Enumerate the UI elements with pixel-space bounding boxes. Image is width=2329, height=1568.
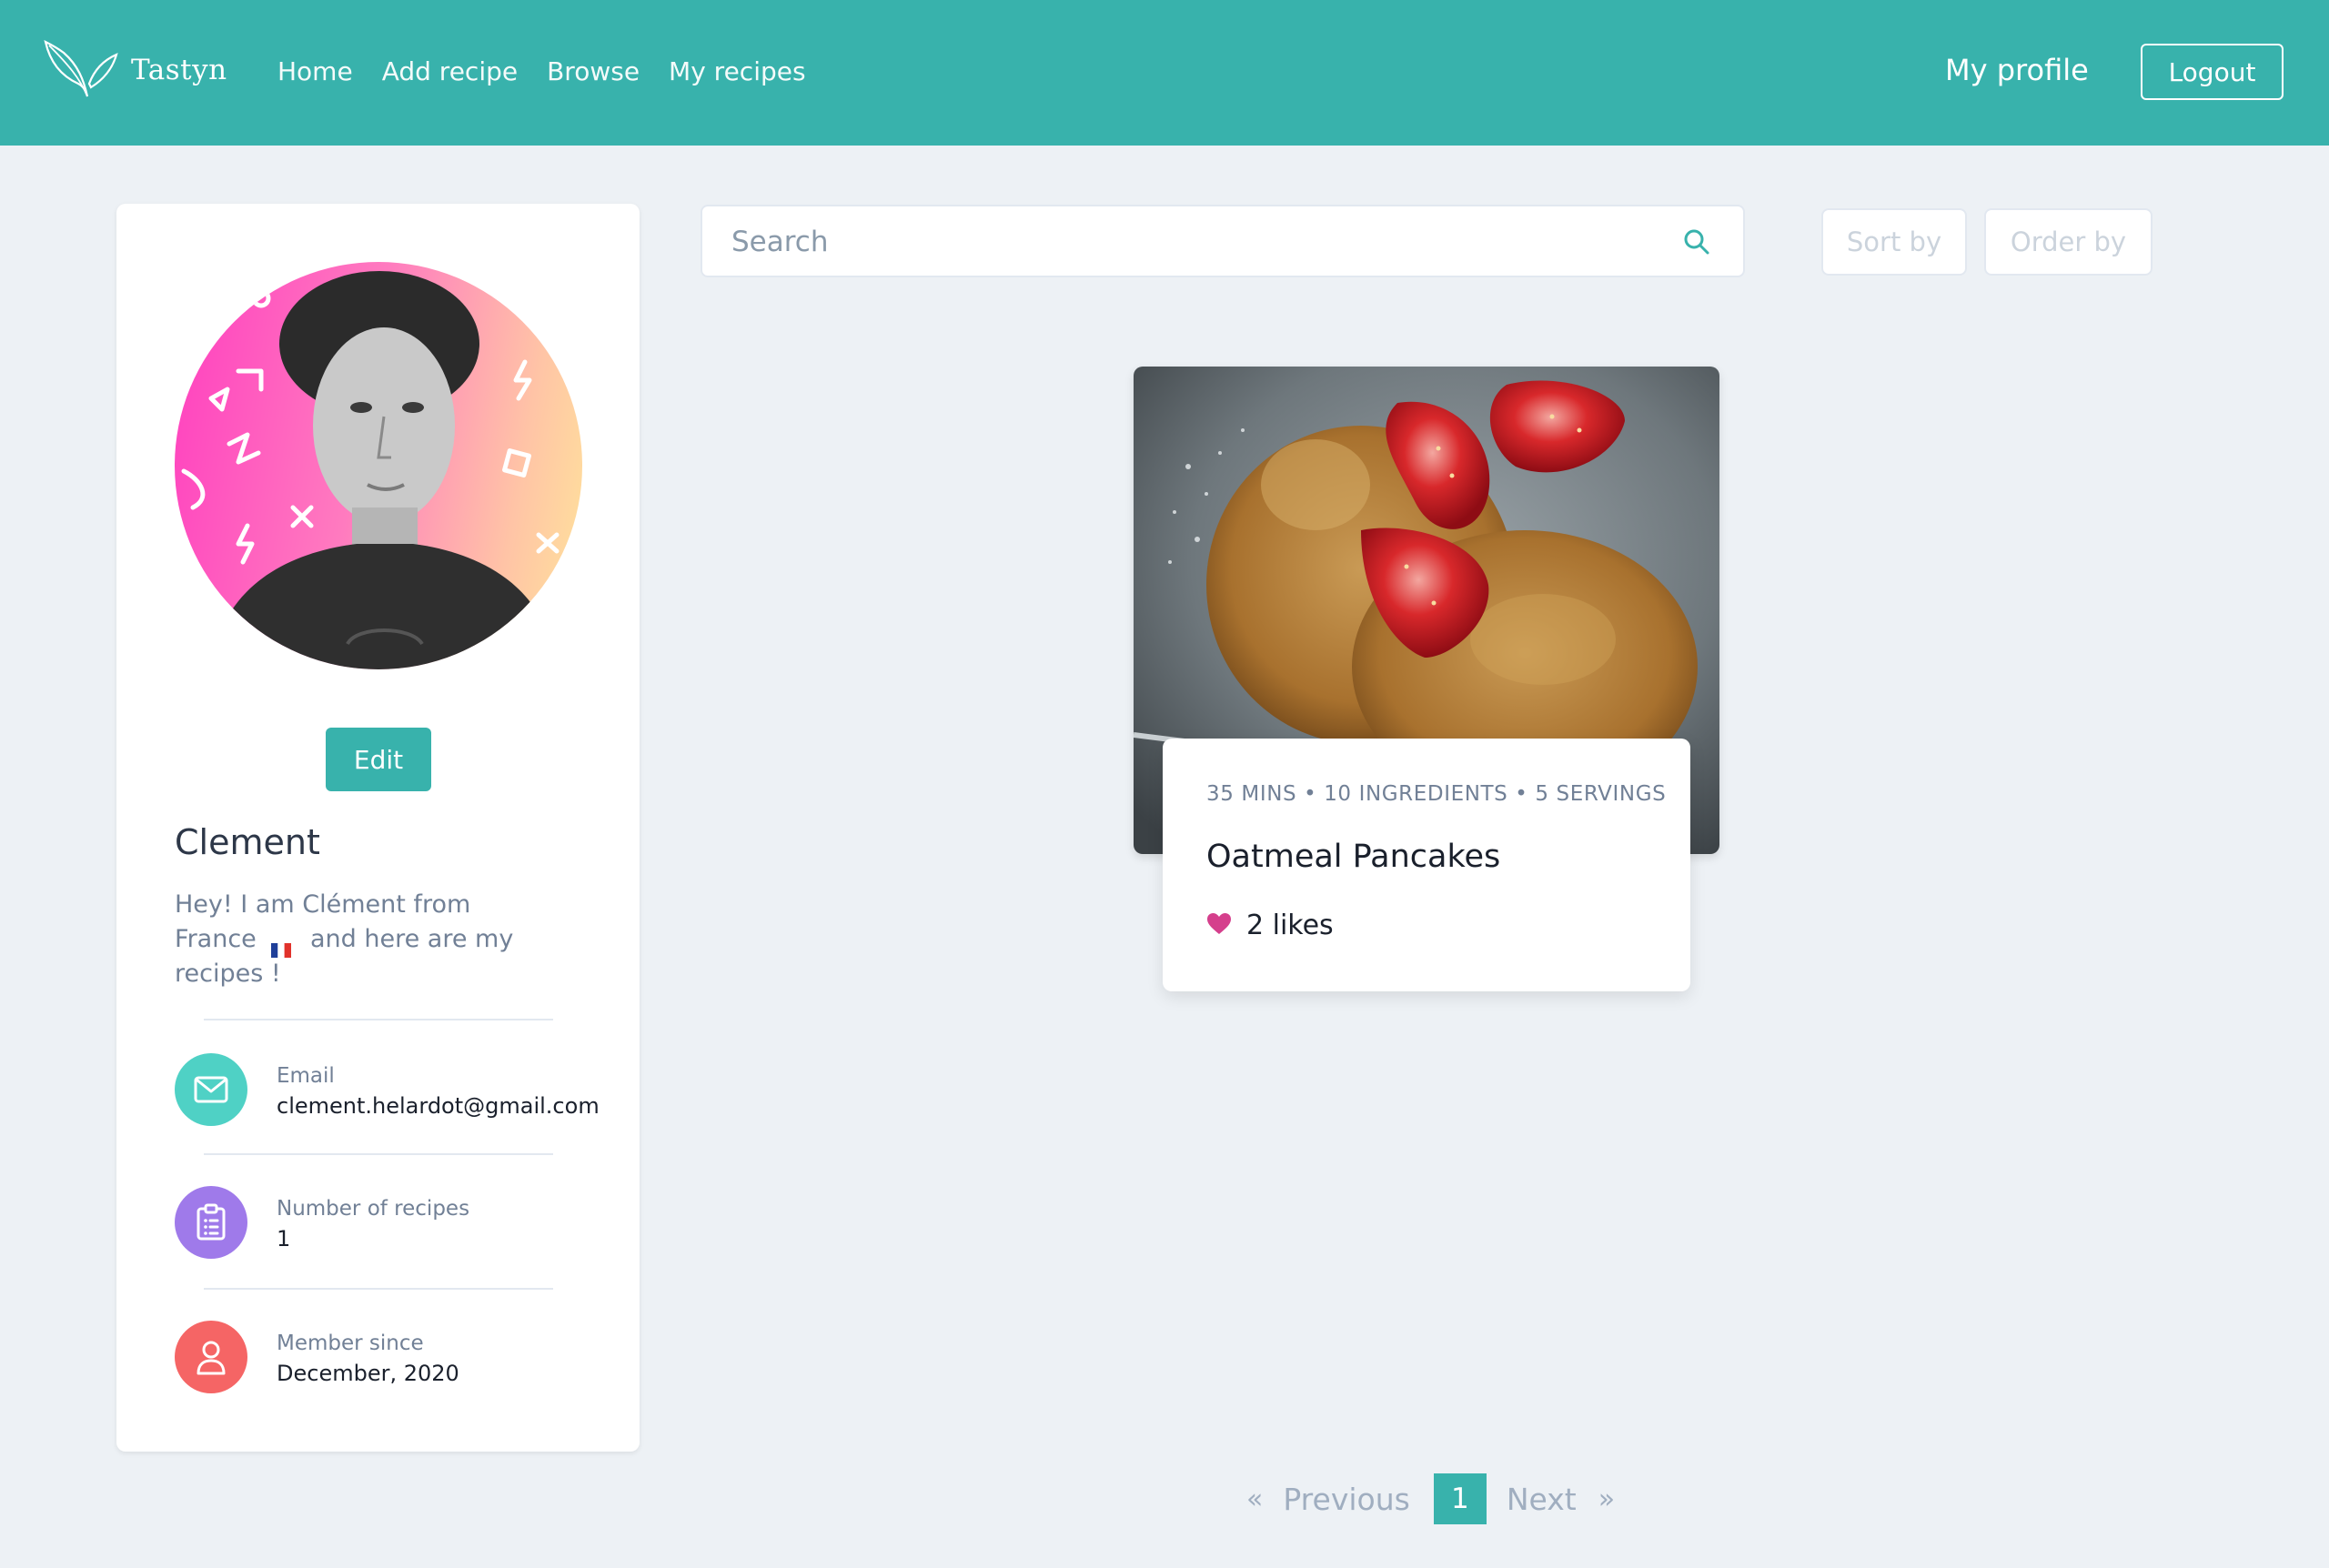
email-label: Email <box>277 1064 335 1088</box>
page-1-button[interactable]: 1 <box>1433 1473 1487 1524</box>
logout-button[interactable]: Logout <box>2141 44 2284 100</box>
brand-name: Tastyn <box>131 54 227 86</box>
email-value[interactable]: clement.helardot@gmail.com <box>277 1093 600 1119</box>
member-since-value: December, 2020 <box>277 1361 459 1386</box>
recipes-count-row: Number of recipes 1 <box>175 1186 611 1259</box>
user-icon <box>175 1321 247 1393</box>
recipe-meta: 35 MINS • 10 INGREDIENTS • 5 SERVINGS <box>1206 782 1667 806</box>
search-icon[interactable] <box>1683 228 1710 259</box>
clipboard-list-icon <box>175 1186 247 1259</box>
leaf-icon <box>44 38 118 102</box>
profile-name: Clement <box>175 822 320 862</box>
heart-icon[interactable] <box>1206 912 1232 940</box>
pagination: « Previous 1 Next » <box>1246 1473 1615 1524</box>
search-box <box>701 205 1745 277</box>
edit-profile-button[interactable]: Edit <box>326 728 431 791</box>
sort-by-select[interactable]: Sort by <box>1821 208 1967 276</box>
recipes-count-label: Number of recipes <box>277 1197 470 1221</box>
divider <box>204 1288 553 1290</box>
profile-bio: Hey! I am Clément from France and here a… <box>175 888 539 991</box>
next-page-button[interactable]: Next <box>1507 1482 1577 1517</box>
search-input[interactable] <box>730 206 1643 277</box>
nav-links: Home Add recipe Browse My recipes <box>277 56 835 86</box>
nav-link-browse[interactable]: Browse <box>547 56 640 86</box>
likes-count: 2 likes <box>1246 910 1334 941</box>
previous-page-button[interactable]: Previous <box>1283 1482 1409 1517</box>
nav-link-add-recipe[interactable]: Add recipe <box>382 56 518 86</box>
avatar <box>175 262 582 669</box>
recipe-likes: 2 likes <box>1206 910 1334 941</box>
france-flag-icon <box>271 933 292 958</box>
member-since-row: Member since December, 2020 <box>175 1321 611 1393</box>
nav-link-my-recipes[interactable]: My recipes <box>669 56 806 86</box>
brand-logo[interactable]: Tastyn <box>44 38 227 102</box>
recipes-count-value: 1 <box>277 1226 291 1251</box>
mail-icon <box>175 1053 247 1126</box>
profile-card: Edit Clement Hey! I am Clément from Fran… <box>116 204 640 1452</box>
order-by-select[interactable]: Order by <box>1984 208 2153 276</box>
first-page-icon[interactable]: « <box>1246 1483 1263 1515</box>
nav-link-my-profile[interactable]: My profile <box>1945 53 2089 87</box>
top-navbar: Tastyn Home Add recipe Browse My recipes… <box>0 0 2329 146</box>
divider <box>204 1153 553 1155</box>
email-row: Email clement.helardot@gmail.com <box>175 1053 611 1126</box>
recipe-title[interactable]: Oatmeal Pancakes <box>1206 839 1500 875</box>
nav-link-home[interactable]: Home <box>277 56 353 86</box>
recipe-card[interactable]: 35 MINS • 10 INGREDIENTS • 5 SERVINGS Oa… <box>1163 739 1690 991</box>
divider <box>204 1019 553 1020</box>
last-page-icon[interactable]: » <box>1598 1483 1615 1515</box>
member-since-label: Member since <box>277 1332 424 1355</box>
